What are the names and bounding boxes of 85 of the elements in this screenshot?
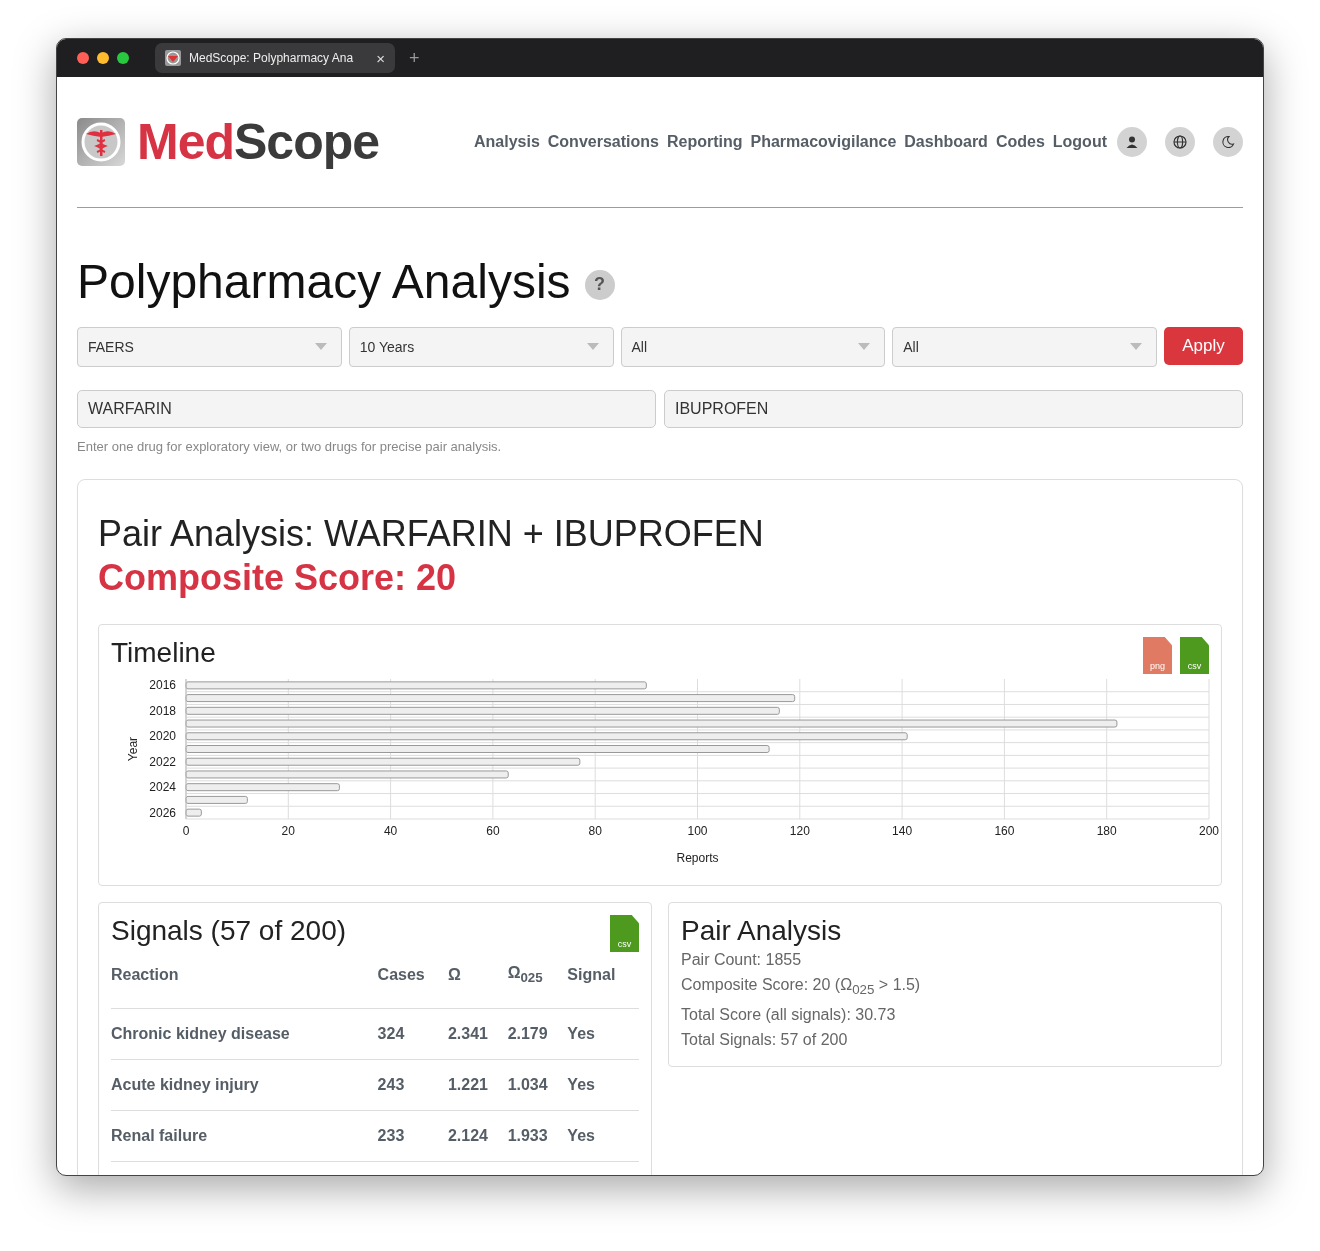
help-button[interactable]: ? bbox=[584, 269, 615, 300]
moon-icon[interactable] bbox=[1213, 127, 1243, 157]
table-cell: 243 bbox=[377, 1059, 448, 1111]
panel-title: Pair Analysis bbox=[681, 915, 843, 947]
stat-line: Pair Count: 1855 bbox=[681, 950, 803, 970]
axis-label: 200 bbox=[1199, 824, 1219, 838]
axis-label: 60 bbox=[486, 824, 500, 838]
nav-link[interactable]: Dashboard bbox=[904, 133, 988, 151]
axis-label: 2018 bbox=[149, 703, 176, 718]
table-cell: Renal failure bbox=[111, 1110, 378, 1162]
nav-link[interactable]: Conversations bbox=[547, 133, 659, 151]
axis-label: 2016 bbox=[149, 678, 176, 693]
table-cell: 324 bbox=[377, 1008, 448, 1060]
nav-link[interactable]: Analysis bbox=[473, 133, 540, 151]
filter-dropdown[interactable]: All bbox=[620, 327, 886, 367]
axis-label: 80 bbox=[588, 824, 602, 838]
brand-logo[interactable]: MedScope bbox=[137, 113, 380, 171]
maximize-window-icon[interactable] bbox=[117, 52, 129, 64]
caduceus-logo bbox=[77, 118, 125, 166]
table-cell: Yes bbox=[567, 1008, 639, 1060]
caret-icon bbox=[1130, 343, 1142, 351]
table-cell: Yes bbox=[567, 1059, 639, 1111]
axis-label: 100 bbox=[687, 824, 708, 838]
axis-label: 140 bbox=[892, 824, 913, 838]
table-cell: Chronic kidney disease bbox=[111, 1008, 378, 1060]
caret-icon bbox=[858, 343, 871, 351]
minimize-window-icon[interactable] bbox=[97, 52, 109, 64]
stat-line: Total Score (all signals): 30.73 bbox=[681, 1005, 897, 1026]
new-tab-button[interactable]: + bbox=[409, 47, 420, 69]
composite-score: Composite Score: 20 bbox=[98, 556, 458, 600]
axis-label: 2022 bbox=[149, 754, 176, 769]
browser-tab[interactable]: MedScope: Polypharmacy Ana × bbox=[155, 43, 395, 73]
apply-button[interactable]: Apply bbox=[1164, 327, 1243, 365]
table-cell: 233 bbox=[377, 1110, 448, 1162]
csv-download-icon[interactable]: csv bbox=[610, 915, 639, 952]
close-tab-button[interactable]: × bbox=[376, 49, 385, 67]
globe-icon[interactable] bbox=[1165, 127, 1195, 157]
nav-link[interactable]: Reporting bbox=[666, 133, 743, 151]
tab-title: MedScope: Polypharmacy Ana bbox=[189, 51, 355, 65]
axis-label: 120 bbox=[789, 824, 810, 838]
axis-label: 0 bbox=[182, 824, 190, 838]
axis-label: 2020 bbox=[149, 729, 176, 744]
helper-text: Enter one drug for exploratory view, or two drugs for precise pair analysis. bbox=[77, 439, 503, 454]
column-header[interactable]: Cases bbox=[377, 956, 448, 1009]
axis-title: Reports bbox=[676, 851, 719, 865]
caret-icon bbox=[586, 343, 599, 351]
csv-download-icon[interactable]: csv bbox=[1180, 637, 1209, 674]
panel-title: Timeline bbox=[111, 637, 216, 669]
table-cell: 2.341 bbox=[447, 1008, 508, 1060]
stat-line: Total Signals: 57 of 200 bbox=[681, 1030, 849, 1051]
table-cell: 1.221 bbox=[447, 1059, 508, 1111]
caret-icon bbox=[314, 343, 327, 351]
axis-label: 20 bbox=[281, 824, 295, 838]
nav-link[interactable]: Logout bbox=[1052, 133, 1107, 151]
axis-title: Year bbox=[126, 736, 140, 762]
table-cell: Acute kidney injury bbox=[111, 1059, 378, 1111]
column-header[interactable]: Ω$_{025}$ bbox=[507, 956, 568, 1009]
table-cell: 2.124 bbox=[447, 1110, 508, 1162]
axis-label: 40 bbox=[383, 824, 398, 838]
axis-label: 2026 bbox=[149, 805, 176, 820]
close-window-icon[interactable] bbox=[77, 52, 89, 64]
user-icon[interactable] bbox=[1117, 127, 1147, 157]
bar bbox=[185, 795, 248, 804]
column-header[interactable]: Reaction bbox=[111, 956, 378, 1009]
column-header[interactable]: Signal bbox=[567, 956, 639, 1009]
column-header[interactable]: Ω bbox=[447, 956, 508, 1009]
drug-input[interactable]: WARFARIN bbox=[77, 390, 656, 428]
filter-dropdown[interactable]: 10 Years bbox=[348, 327, 614, 367]
drug-input[interactable]: IBUPROFEN bbox=[664, 390, 1243, 428]
stat-line: Composite Score: 20 (Ω$_{025}$ > 1.5) bbox=[681, 975, 922, 1000]
axis-label: 160 bbox=[994, 824, 1015, 838]
axis-label: 180 bbox=[1096, 824, 1117, 838]
pair-heading: Pair Analysis: WARFARIN + IBUPROFEN bbox=[98, 512, 765, 556]
table-cell: 1.034 bbox=[507, 1059, 568, 1111]
axis-label: 2024 bbox=[149, 780, 176, 795]
filter-dropdown[interactable]: All bbox=[892, 327, 1157, 367]
table-cell: 1.933 bbox=[507, 1110, 568, 1162]
panel-title: Signals (57 of 200) bbox=[111, 915, 347, 947]
page-title: Polypharmacy Analysis bbox=[77, 254, 571, 309]
filter-dropdown[interactable]: FAERS bbox=[77, 327, 342, 367]
nav-link[interactable]: Pharmacovigilance bbox=[750, 133, 897, 151]
nav-link[interactable]: Codes bbox=[995, 133, 1045, 151]
bar bbox=[185, 808, 202, 817]
table-cell: 2.179 bbox=[507, 1008, 568, 1060]
table-cell: Yes bbox=[567, 1110, 639, 1162]
